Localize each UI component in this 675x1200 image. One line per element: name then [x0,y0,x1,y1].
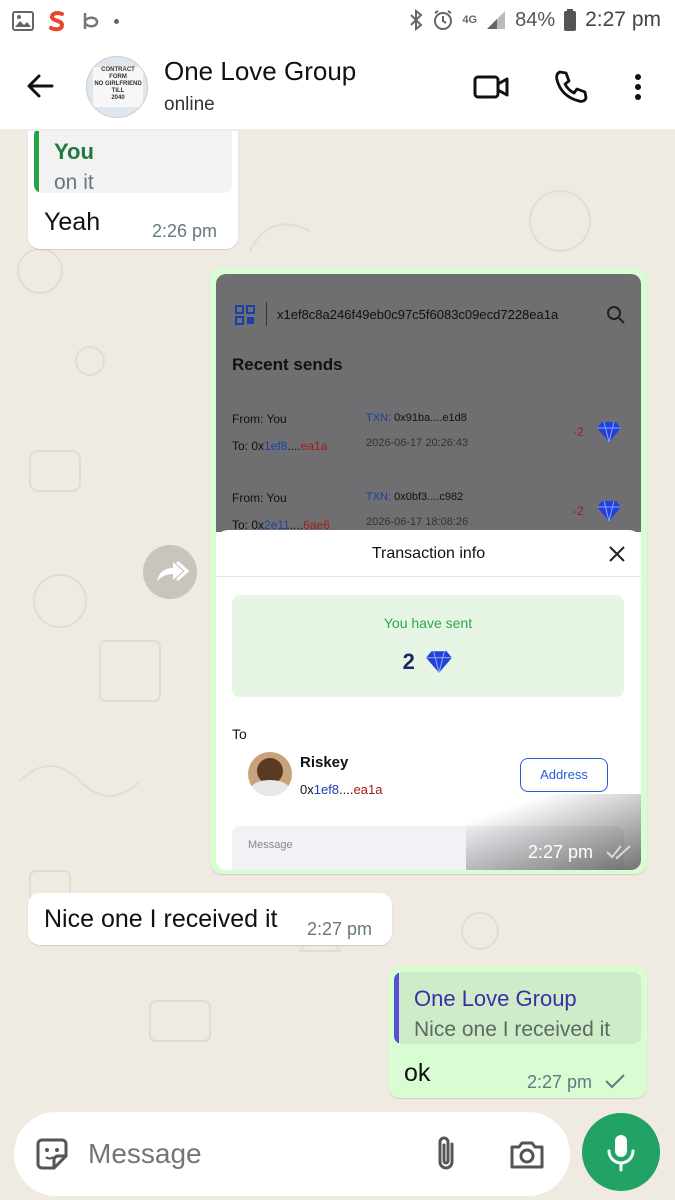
message-composer [14,1112,570,1196]
screenshot-background: x1ef8c8a246f49eb0c97c5f6083c09ecd7228ea1… [216,274,641,532]
signal-icon [487,11,506,29]
quote-bar [34,131,39,193]
message-incoming-2[interactable]: Nice one I received it 2:27 pm [28,893,392,945]
message-incoming-1[interactable]: You on it Yeah 2:26 pm [28,131,238,249]
row-amount: -2 [573,504,584,518]
more-options-icon[interactable] [620,68,656,106]
camera-icon[interactable] [508,1138,546,1172]
video-call-icon[interactable] [472,68,510,106]
quoted-message[interactable]: You on it [34,131,232,193]
gallery-icon [12,11,34,31]
diamond-icon [597,500,621,522]
message-placeholder: Message [248,839,293,851]
chat-title[interactable]: One Love Group [164,56,356,87]
forward-icon [157,560,190,582]
search-icon [607,306,625,324]
close-icon [609,546,625,562]
network-type: 4G [462,14,478,26]
app-b-icon [83,13,99,29]
message-text: ok [404,1059,431,1087]
quote-text: on it [54,171,94,193]
row-to: To: 0x1ef8....ea1a [232,439,328,453]
message-time: 2:26 pm [152,221,218,241]
address-search-value: x1ef8c8a246f49eb0c97c5f6083c09ecd7228ea1… [277,307,559,322]
single-check-icon [605,1074,625,1089]
row-date: 2026-06-17 18:08:26 [366,516,469,528]
quote-author: You [54,139,94,164]
message-time: 2:27 pm [307,919,373,939]
status-bar: 4G 84% 2:27 pm [0,0,675,44]
app-s-icon [49,11,65,32]
system-icons: 4G 84% 2:27 pm [408,8,661,32]
search-divider [266,302,267,326]
back-arrow-icon[interactable] [22,68,58,104]
chat-status: online [164,94,215,115]
message-outgoing-reply[interactable]: One Love Group Nice one I received it ok… [388,966,647,1098]
alarm-icon [434,10,453,30]
row-date: 2026-06-17 20:26:43 [366,437,469,449]
chat-header: CONTRACT FORM NO GIRLFRIEND TILL 2040 One L… [0,44,675,130]
row-from: From: You [232,412,287,426]
message-time: 2:27 pm [527,1072,593,1092]
recipient-address: 0x1ef8....ea1a [300,782,383,797]
recipient-name: Riskey [300,754,349,771]
message-input[interactable] [88,1132,418,1176]
modal-divider [216,576,641,577]
mic-button[interactable] [582,1113,660,1191]
status-time: 2:27 pm [585,8,661,31]
row-from: From: You [232,491,287,505]
battery-percent: 84% [515,8,556,31]
attach-icon[interactable] [432,1134,462,1174]
quote-bar [394,972,399,1044]
voice-call-icon[interactable] [552,68,590,106]
qr-scan-icon [235,305,255,325]
avatar-sign: CONTRACT FORM NO GIRLFRIEND TILL 2040 [93,67,143,107]
quote-text: Nice one I received it [414,1018,611,1041]
row-txn: TXN: 0x91ba....e1d8 [366,412,467,424]
modal-title: Transaction info [371,545,486,562]
recipient-avatar [248,752,292,796]
row-txn: TXN: 0x0bf3....c982 [366,491,464,503]
quote-author: One Love Group [414,986,577,1011]
to-label: To [232,726,247,742]
forward-button[interactable] [143,545,197,599]
bluetooth-icon [410,9,423,31]
send-row-1: From: You To: 0x1ef8....ea1a TXN: 0x91ba… [216,404,641,464]
quoted-message[interactable]: One Love Group Nice one I received it [394,972,641,1044]
diamond-icon [597,421,621,443]
recent-sends-title: Recent sends [232,355,343,374]
sent-amount: 2 [402,649,415,674]
sent-amount-row: 2 [232,649,624,675]
row-amount: -2 [573,425,584,439]
sticker-icon[interactable] [34,1136,70,1172]
message-text: Yeah [44,208,101,236]
diamond-icon [426,651,453,673]
notification-icons [12,10,119,32]
image-message-time: 2:27 pm [528,842,594,862]
dot-icon [114,18,119,24]
sent-label: You have sent [383,615,473,631]
double-check-icon [606,845,631,860]
address-button: Address [520,758,608,792]
mic-icon [607,1135,635,1172]
group-avatar[interactable]: CONTRACT FORM NO GIRLFRIEND TILL 2040 [86,56,148,118]
battery-icon [564,9,577,31]
message-text: Nice one I received it [44,905,278,933]
sent-summary-box: You have sent 2 [232,595,624,697]
shared-screenshot[interactable]: x1ef8c8a246f49eb0c97c5f6083c09ecd7228ea1… [216,274,641,870]
